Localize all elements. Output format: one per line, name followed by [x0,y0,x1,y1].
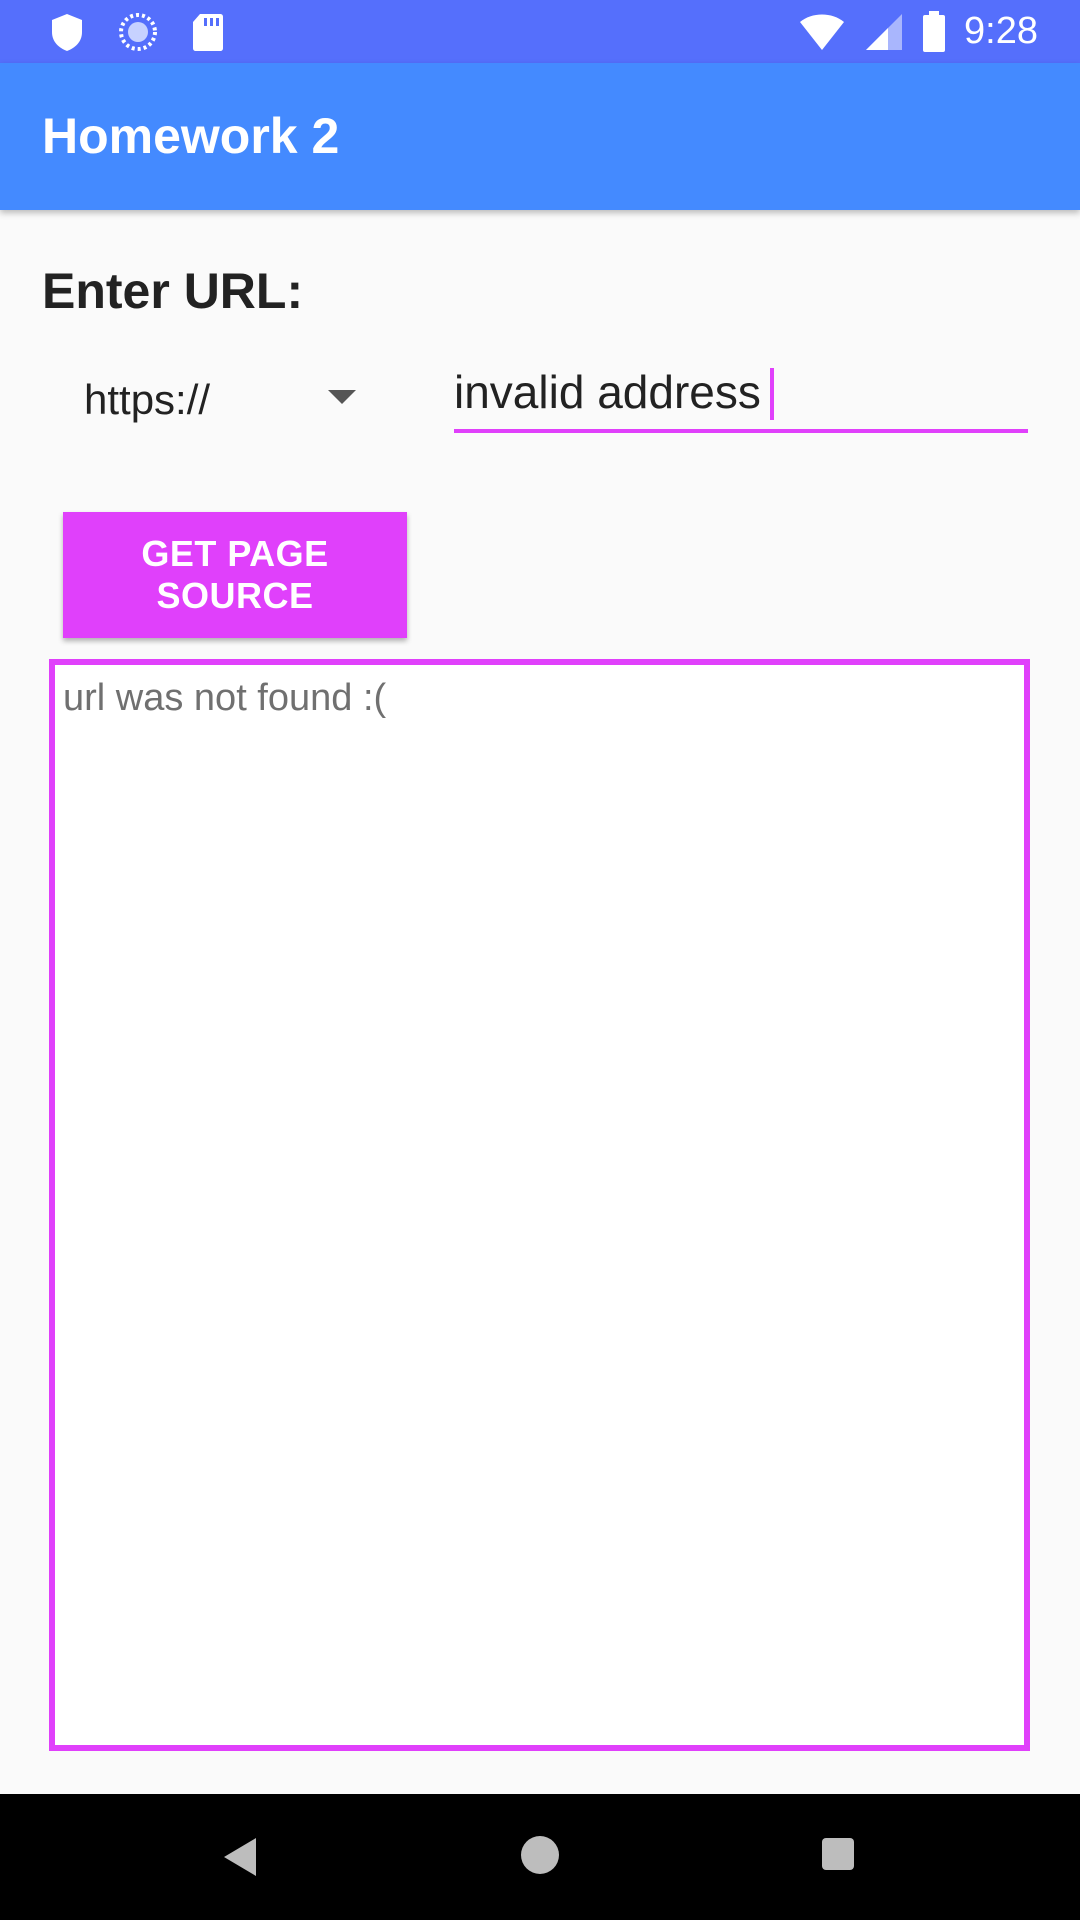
protocol-spinner[interactable]: https:// [60,360,370,440]
protocol-spinner-value: https:// [84,376,211,423]
app-title: Homework 2 [42,108,340,164]
battery-icon [923,10,946,52]
sd-card-icon [193,14,223,51]
output-text: url was not found :( [63,677,387,719]
recents-icon[interactable] [822,1838,854,1870]
status-bar: 9:28 [0,0,1080,63]
status-bar-left [50,12,224,52]
enter-url-label: Enter URL: [42,263,304,319]
navigation-bar [0,1794,1080,1920]
home-icon[interactable] [521,1836,559,1874]
text-cursor [770,368,774,420]
signal-icon [866,13,903,50]
app-bar: Homework 2 [0,63,1080,210]
get-page-source-button[interactable]: GET PAGE SOURCE [63,512,407,638]
clock: 9:28 [964,10,1038,52]
page-source-output[interactable]: url was not found :( [49,659,1030,1751]
back-icon[interactable] [224,1838,256,1876]
status-bar-right: 9:28 [798,10,1038,53]
sync-icon [119,13,157,51]
dropdown-arrow-icon [328,390,356,404]
shield-icon [52,14,82,51]
url-input[interactable] [454,355,1028,433]
wifi-icon [800,14,845,50]
